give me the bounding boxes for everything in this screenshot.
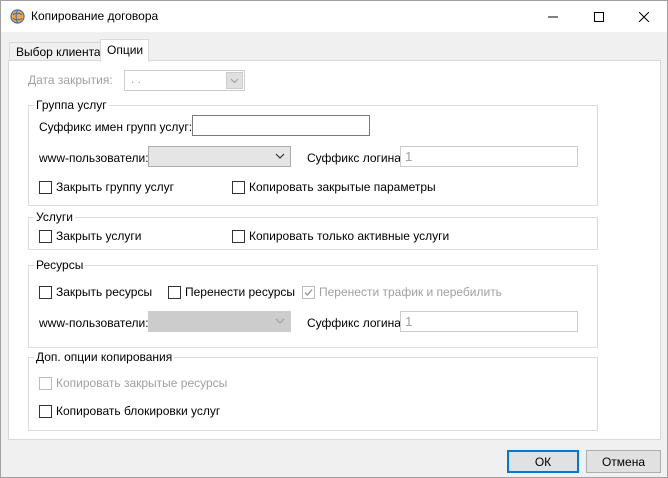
close-button[interactable]: [621, 1, 667, 32]
resources-group-box: Ресурсы Закрыть ресурсы Перенести ресурс…: [28, 258, 598, 348]
copy-closed-resources-checkbox[interactable]: Копировать закрытые ресурсы: [39, 375, 227, 391]
date-dropdown-button[interactable]: [226, 72, 243, 89]
checkbox-box[interactable]: [232, 180, 245, 194]
close-date-value: . .: [131, 72, 142, 86]
chevron-down-icon: [275, 153, 285, 159]
close-services-checkbox[interactable]: Закрыть услуги: [39, 228, 142, 244]
checkbox-box[interactable]: [39, 285, 52, 299]
group-suffix-input[interactable]: [192, 115, 370, 136]
tab-client-select[interactable]: Выбор клиента: [9, 42, 101, 61]
maximize-icon: [594, 11, 604, 22]
www-users-label: www-пользователи:: [39, 151, 149, 165]
minimize-button[interactable]: [530, 1, 576, 32]
service-group-title: Группа услуг: [34, 98, 109, 112]
extra-options-group-box: Доп. опции копирования Копировать закрыт…: [28, 350, 598, 431]
close-group-label: Закрыть группу услуг: [56, 180, 175, 194]
move-resources-checkbox[interactable]: Перенести ресурсы: [168, 284, 295, 300]
close-resources-checkbox[interactable]: Закрыть ресурсы: [39, 284, 152, 300]
close-resources-label: Закрыть ресурсы: [56, 285, 153, 299]
extra-options-title: Доп. опции копирования: [34, 350, 175, 364]
copy-active-only-label: Копировать только активные услуги: [249, 229, 450, 243]
close-group-checkbox[interactable]: Закрыть группу услуг: [39, 179, 174, 195]
move-resources-label: Перенести ресурсы: [185, 285, 295, 299]
move-traffic-checkbox[interactable]: Перенести трафик и перебилить: [302, 284, 502, 300]
copy-service-locks-label: Копировать блокировки услуг: [56, 404, 221, 418]
dialog-window: Копирование договора Выбор клиента Опции…: [0, 0, 668, 478]
chevron-down-icon: [230, 78, 239, 84]
options-panel: Дата закрытия: . . Группа услуг Суффикс …: [8, 60, 661, 440]
res-login-suffix-input[interactable]: [400, 311, 578, 332]
tab-options[interactable]: Опции: [100, 39, 149, 62]
copy-active-only-checkbox[interactable]: Копировать только активные услуги: [232, 228, 449, 244]
resources-title: Ресурсы: [34, 258, 86, 272]
chevron-down-icon: [275, 318, 285, 324]
res-login-suffix-label: Суффикс логина:: [307, 316, 405, 330]
services-title: Услуги: [34, 210, 75, 224]
copy-closed-params-label: Копировать закрытые параметры: [249, 180, 436, 194]
checkbox-box[interactable]: [39, 376, 52, 390]
title-bar[interactable]: Копирование договора: [1, 1, 667, 32]
services-group-box: Услуги Закрыть услуги Копировать только …: [28, 210, 598, 250]
checkbox-box[interactable]: [39, 404, 52, 418]
checkbox-box[interactable]: [232, 229, 245, 243]
maximize-button[interactable]: [576, 1, 622, 32]
close-date-label: Дата закрытия:: [28, 73, 113, 87]
move-traffic-label: Перенести трафик и перебилить: [319, 285, 502, 299]
www-users-combo[interactable]: [148, 146, 291, 167]
minimize-icon: [548, 16, 558, 17]
close-icon: [639, 11, 649, 22]
checkbox-box[interactable]: [168, 285, 181, 299]
checkbox-box[interactable]: [39, 229, 52, 243]
cancel-button[interactable]: Отмена: [586, 450, 661, 473]
login-suffix-input[interactable]: [400, 146, 578, 167]
copy-service-locks-checkbox[interactable]: Копировать блокировки услуг: [39, 403, 220, 419]
res-www-users-label: www-пользователи:: [39, 316, 149, 330]
ok-button[interactable]: ОК: [507, 450, 579, 473]
service-group-box: Группа услуг Суффикс имен групп услуг: w…: [28, 98, 598, 206]
copy-closed-params-checkbox[interactable]: Копировать закрытые параметры: [232, 179, 436, 195]
close-services-label: Закрыть услуги: [56, 229, 142, 243]
close-date-picker[interactable]: . .: [124, 70, 245, 91]
group-suffix-label: Суффикс имен групп услуг:: [39, 120, 193, 134]
checkbox-box[interactable]: [39, 180, 52, 194]
window-title: Копирование договора: [31, 9, 159, 23]
res-www-users-combo[interactable]: [148, 311, 291, 332]
checkmark-icon: [304, 288, 313, 296]
app-globe-icon: [10, 9, 25, 24]
checkbox-box[interactable]: [302, 285, 315, 299]
copy-closed-resources-label: Копировать закрытые ресурсы: [56, 376, 228, 390]
login-suffix-label: Суффикс логина:: [307, 151, 405, 165]
